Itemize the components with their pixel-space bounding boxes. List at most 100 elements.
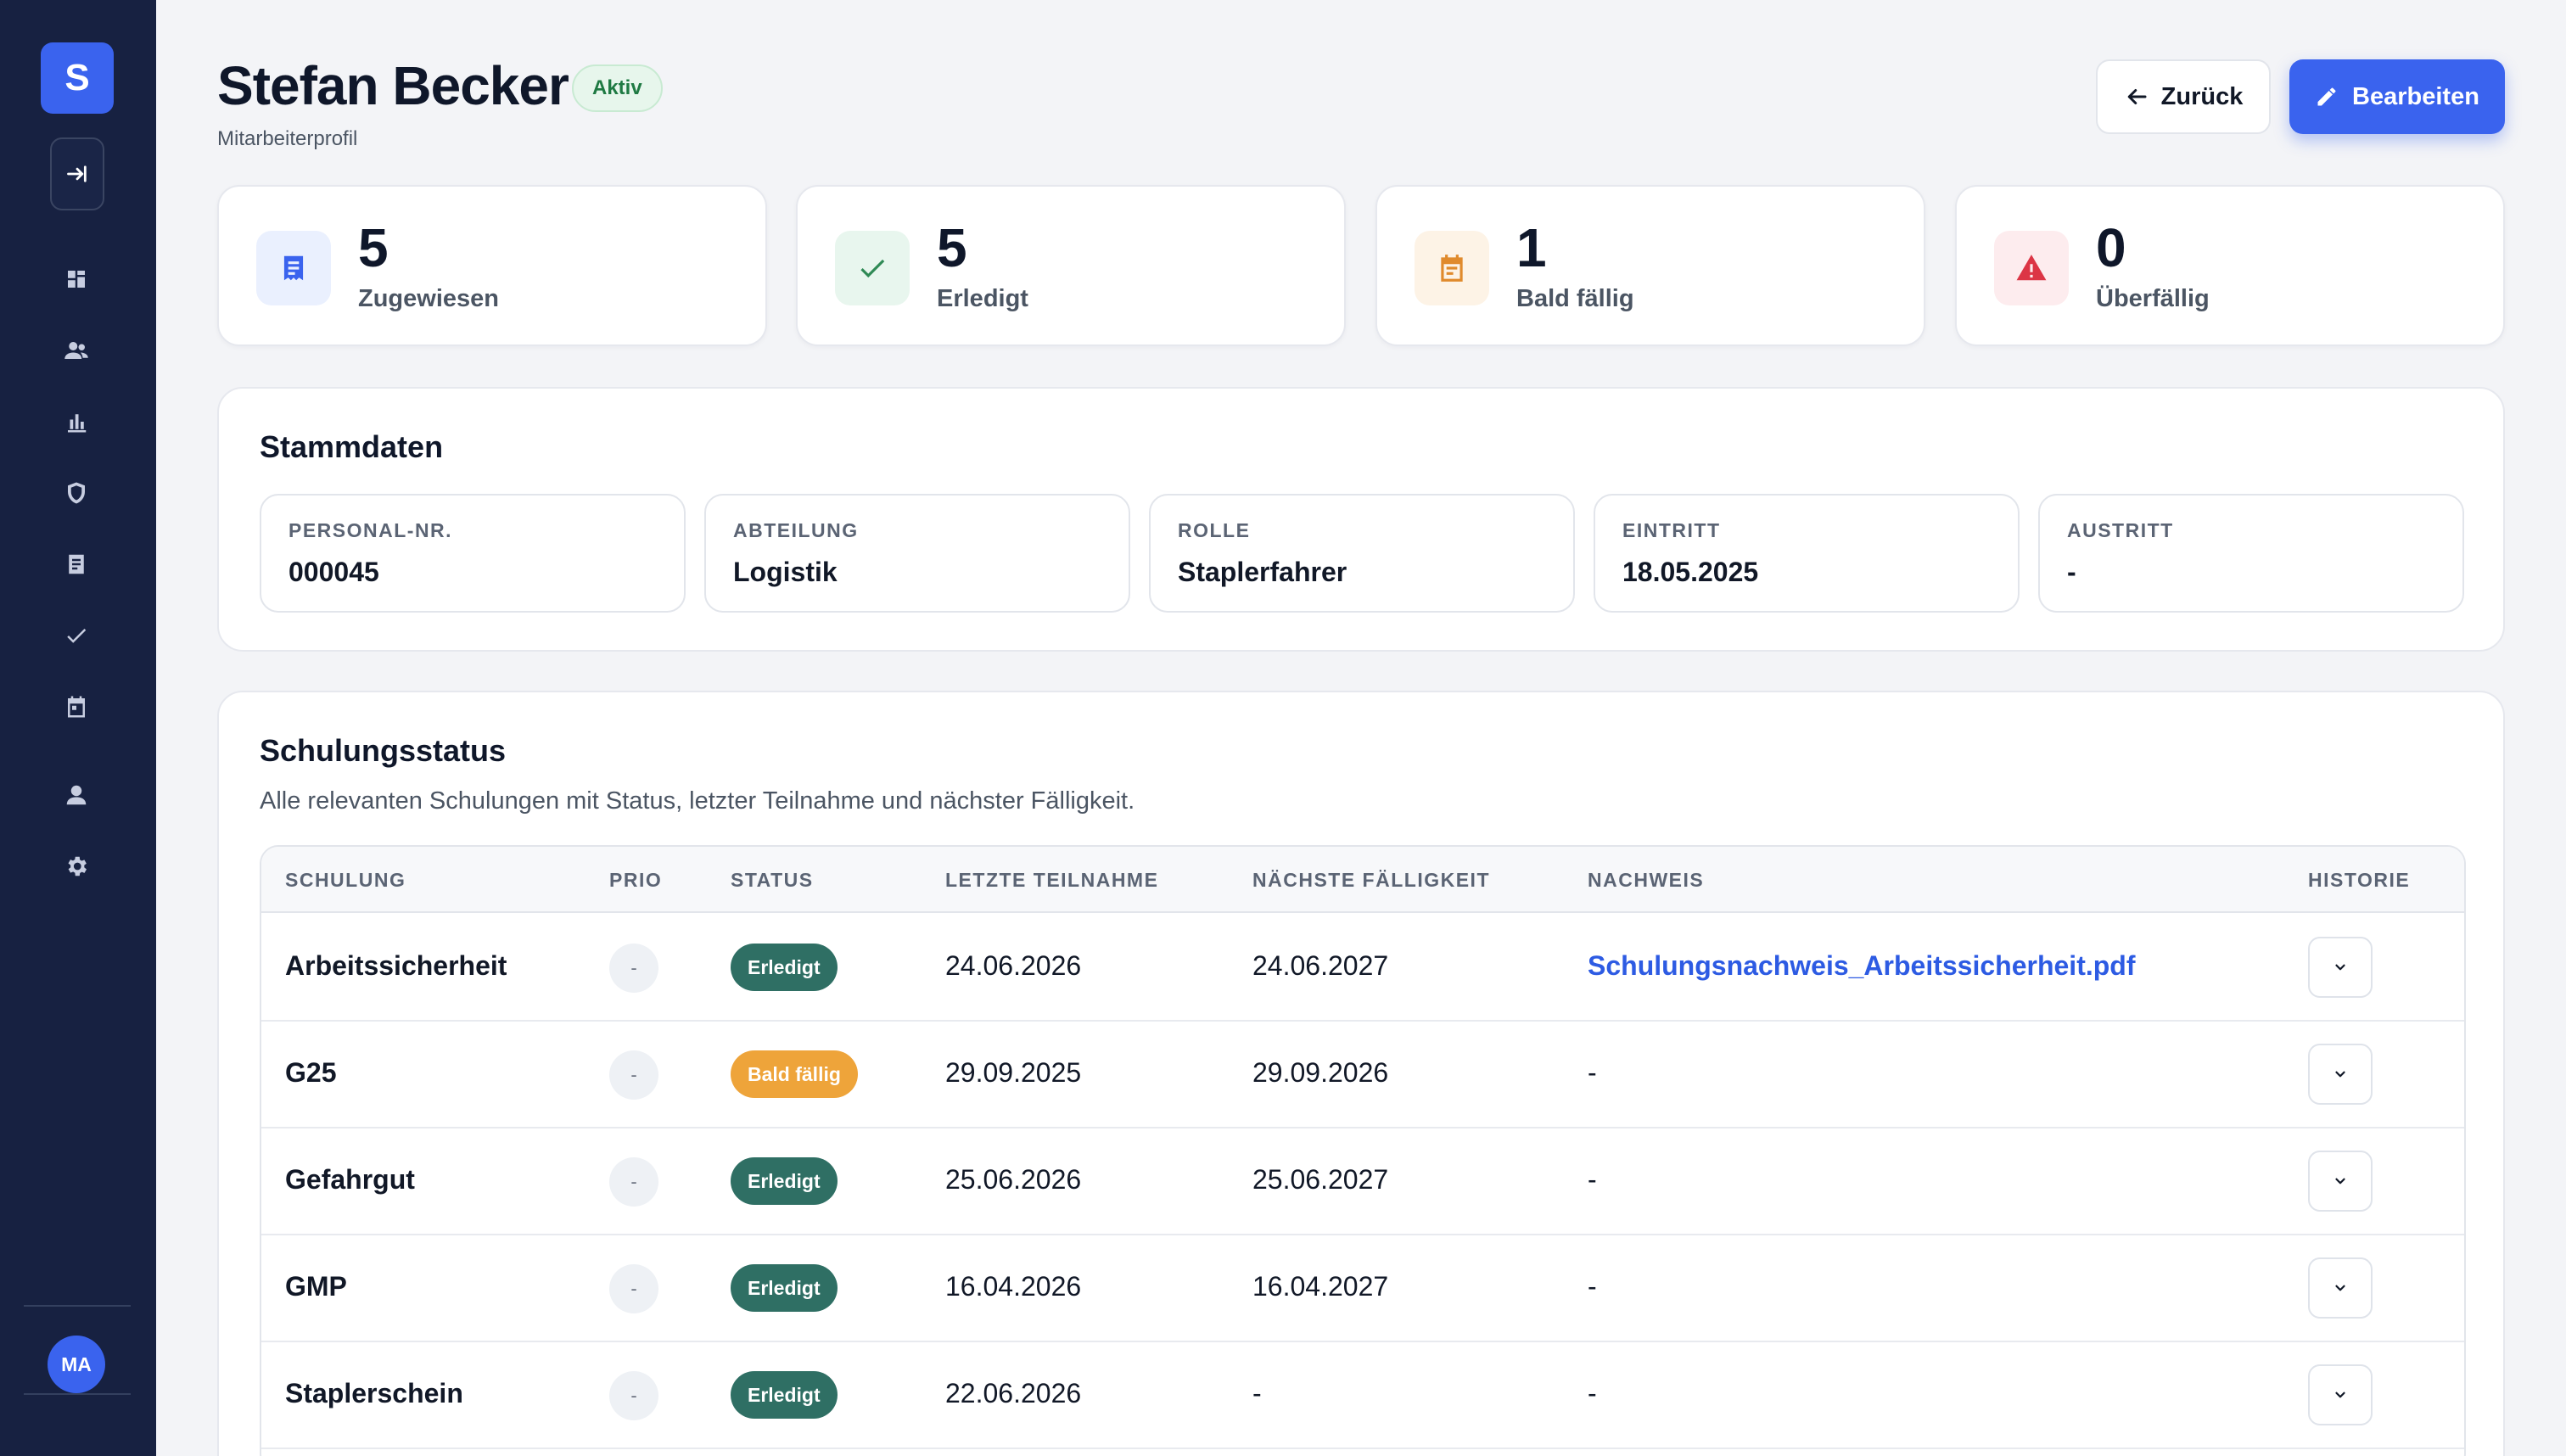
- nav-employees[interactable]: [59, 333, 93, 367]
- column-header: HISTORIE: [2308, 869, 2411, 891]
- field-label: ROLLE: [1178, 519, 1251, 541]
- sidebar-divider: [24, 1305, 131, 1307]
- field-exit-date: AUSTRITT -: [2038, 494, 2464, 613]
- column-header: NÄCHSTE FÄLLIGKEIT: [1252, 869, 1490, 891]
- page-title: Stefan Becker: [217, 55, 569, 116]
- chevron-down-icon: [2335, 1178, 2345, 1184]
- master-data-panel: Stammdaten PERSONAL-NR. 000045 ABTEILUNG…: [217, 387, 2505, 652]
- last-attendance: 25.06.2026: [945, 1164, 1082, 1195]
- check-icon: [860, 259, 885, 278]
- field-label: EINTRITT: [1622, 519, 1721, 541]
- chevron-down-icon: [2335, 1285, 2345, 1291]
- pencil-icon: [2317, 87, 2336, 106]
- stat-value: 0: [2096, 217, 2126, 278]
- table-row: Gefahrgut - Erledigt 25.06.2026 25.06.20…: [261, 1128, 2464, 1235]
- status-badge: Aktiv: [572, 64, 663, 112]
- back-button[interactable]: Zurück: [2096, 59, 2271, 134]
- field-entry-date: EINTRITT 18.05.2025: [1594, 494, 2020, 613]
- stat-icon-box: [256, 231, 331, 305]
- proof-link[interactable]: Schulungsnachweis_Arbeitssicherheit.pdf: [1588, 950, 2135, 982]
- edit-button[interactable]: Bearbeiten: [2289, 59, 2505, 134]
- history-toggle-button[interactable]: [2308, 937, 2373, 998]
- history-toggle-button[interactable]: [2308, 1044, 2373, 1105]
- nav-tasks[interactable]: [59, 619, 93, 652]
- last-attendance: 16.04.2026: [945, 1271, 1082, 1302]
- field-value: -: [2067, 557, 2076, 587]
- stat-card-overdue: 0 Überfällig: [1955, 185, 2505, 346]
- training-name: G25: [285, 1057, 337, 1088]
- field-department: ABTEILUNG Logistik: [704, 494, 1130, 613]
- table-row: GMP - Erledigt 16.04.2026 16.04.2027 -: [261, 1235, 2464, 1342]
- back-button-label: Zurück: [2160, 82, 2244, 110]
- training-name: Staplerschein: [285, 1378, 463, 1408]
- nav-dashboard[interactable]: [59, 262, 93, 296]
- field-value: 000045: [289, 557, 379, 587]
- history-toggle-button[interactable]: [2308, 1364, 2373, 1425]
- status-pill: Erledigt: [731, 1264, 838, 1312]
- collapse-icon: [67, 165, 87, 182]
- stat-label: Überfällig: [2096, 285, 2210, 312]
- training-name: GMP: [285, 1271, 347, 1302]
- collapse-sidebar-button[interactable]: [50, 137, 104, 210]
- calendar-icon: [68, 696, 85, 718]
- gear-icon: [68, 856, 87, 876]
- shield-icon: [68, 482, 85, 504]
- stat-icon-box: [835, 231, 910, 305]
- panel-description: Alle relevanten Schulungen mit Status, l…: [260, 787, 1135, 815]
- app-logo[interactable]: S: [41, 42, 114, 114]
- person-icon: [66, 785, 87, 805]
- proof-empty: -: [1588, 1271, 1597, 1302]
- training-status-panel: Schulungsstatus Alle relevanten Schulung…: [217, 691, 2505, 1456]
- user-avatar[interactable]: MA: [48, 1336, 105, 1393]
- chevron-down-icon: [2335, 1392, 2345, 1398]
- table-row: G25 - Bald fällig 29.09.2025 29.09.2026 …: [261, 1022, 2464, 1128]
- stat-label: Erledigt: [937, 285, 1028, 312]
- field-personnel-number: PERSONAL-NR. 000045: [260, 494, 686, 613]
- field-label: AUSTRITT: [2067, 519, 2174, 541]
- sidebar: S MA: [0, 0, 156, 1456]
- calendar-icon: [1441, 255, 1463, 282]
- stat-label: Zugewiesen: [358, 285, 499, 312]
- priority-badge: -: [609, 1157, 658, 1207]
- stat-card-due-soon: 1 Bald fällig: [1375, 185, 1925, 346]
- nav-profile[interactable]: [59, 778, 93, 812]
- users-icon: [64, 342, 88, 359]
- training-table: SCHULUNG PRIO STATUS LETZTE TEILNAHME NÄ…: [260, 845, 2466, 1456]
- panel-title: Schulungsstatus: [260, 733, 507, 768]
- field-value: Staplerfahrer: [1178, 557, 1347, 587]
- last-attendance: 24.06.2026: [945, 950, 1082, 981]
- column-header: LETZTE TEILNAHME: [945, 869, 1159, 891]
- stat-card-assigned: 5 Zugewiesen: [217, 185, 767, 346]
- next-due-date: 29.09.2026: [1252, 1057, 1389, 1088]
- proof-empty: -: [1588, 1057, 1597, 1088]
- stat-value: 5: [937, 217, 967, 278]
- chevron-down-icon: [2335, 964, 2345, 971]
- nav-security[interactable]: [59, 476, 93, 510]
- column-header: STATUS: [731, 869, 814, 891]
- priority-badge: -: [609, 944, 658, 993]
- proof-empty: -: [1588, 1378, 1597, 1408]
- history-toggle-button[interactable]: [2308, 1257, 2373, 1319]
- chevron-down-icon: [2335, 1071, 2345, 1078]
- next-due-date: 25.06.2027: [1252, 1164, 1389, 1195]
- stat-value: 5: [358, 217, 389, 278]
- nav-settings[interactable]: [59, 849, 93, 883]
- stat-icon-box: [1415, 231, 1489, 305]
- table-row: Staplerschein - Erledigt 22.06.2026 - -: [261, 1342, 2464, 1449]
- next-due-date: 16.04.2027: [1252, 1271, 1389, 1302]
- warning-icon: [2016, 255, 2047, 281]
- priority-badge: -: [609, 1371, 658, 1420]
- nav-documents[interactable]: [59, 547, 93, 581]
- field-label: PERSONAL-NR.: [289, 519, 453, 541]
- status-pill: Erledigt: [731, 1157, 838, 1205]
- panel-title: Stammdaten: [260, 429, 444, 464]
- sidebar-divider: [24, 1393, 131, 1395]
- training-name: Gefahrgut: [285, 1164, 415, 1195]
- page-subtitle: Mitarbeiterprofil: [217, 127, 358, 150]
- check-icon: [67, 629, 87, 643]
- priority-badge: -: [609, 1050, 658, 1100]
- history-toggle-button[interactable]: [2308, 1151, 2373, 1212]
- nav-calendar[interactable]: [59, 690, 93, 724]
- stat-label: Bald fällig: [1516, 285, 1634, 312]
- nav-reports[interactable]: [59, 405, 93, 439]
